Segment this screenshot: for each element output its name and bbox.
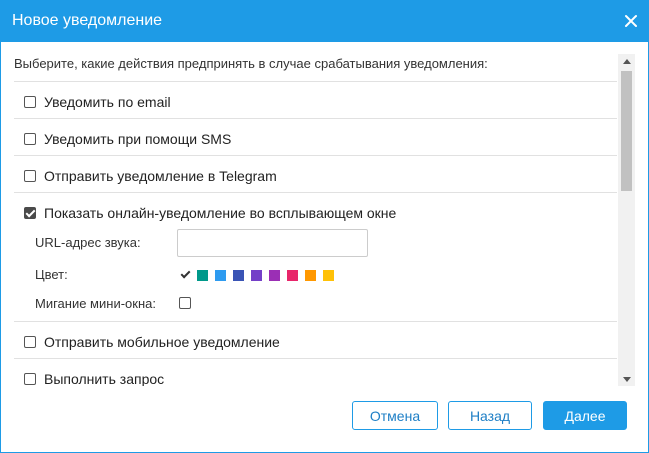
cancel-button[interactable]: Отмена <box>352 401 438 430</box>
color-label: Цвет: <box>35 267 68 282</box>
option-label: Уведомить по email <box>44 94 171 110</box>
scroll-up-arrow-icon[interactable] <box>618 54 635 69</box>
option-mobile[interactable]: Отправить мобильное уведомление <box>14 321 617 358</box>
back-button[interactable]: Назад <box>448 401 532 430</box>
sound-url-label: URL-адрес звука: <box>35 235 141 250</box>
intro-text: Выберите, какие действия предпринять в с… <box>14 56 488 71</box>
dialog-content: Выберите, какие действия предпринять в с… <box>1 42 648 386</box>
scrollbar-thumb[interactable] <box>621 71 632 191</box>
color-swatch[interactable] <box>323 269 334 281</box>
sound-url-input[interactable] <box>177 229 368 257</box>
vertical-scrollbar[interactable] <box>618 54 635 386</box>
option-label: Отправить мобильное уведомление <box>44 334 280 350</box>
option-request[interactable]: Выполнить запрос <box>14 358 617 386</box>
option-label: Отправить уведомление в Telegram <box>44 168 277 184</box>
sms-checkbox[interactable] <box>24 133 36 145</box>
color-swatch[interactable] <box>305 269 316 281</box>
color-swatch-selected[interactable] <box>179 268 193 282</box>
option-telegram[interactable]: Отправить уведомление в Telegram <box>14 155 617 192</box>
popup-checkbox[interactable] <box>24 207 36 219</box>
next-button[interactable]: Далее <box>543 401 627 430</box>
color-swatch[interactable] <box>251 269 262 281</box>
color-swatch[interactable] <box>287 269 298 281</box>
close-icon[interactable] <box>624 14 638 28</box>
new-notification-dialog: Новое уведомление Выберите, какие действ… <box>0 0 649 453</box>
option-popup: Показать онлайн-уведомление во всплывающ… <box>14 192 617 321</box>
dialog-title: Новое уведомление <box>12 12 163 29</box>
color-swatch[interactable] <box>269 269 280 281</box>
color-swatch[interactable] <box>197 269 208 281</box>
option-email[interactable]: Уведомить по email <box>14 81 617 118</box>
blink-checkbox[interactable] <box>179 297 191 309</box>
telegram-checkbox[interactable] <box>24 170 36 182</box>
color-picker <box>179 268 341 282</box>
mobile-checkbox[interactable] <box>24 336 36 348</box>
color-swatch[interactable] <box>233 269 244 281</box>
action-options-list: Уведомить по email Уведомить при помощи … <box>14 81 617 386</box>
option-label: Уведомить при помощи SMS <box>44 131 232 147</box>
email-checkbox[interactable] <box>24 96 36 108</box>
option-label: Показать онлайн-уведомление во всплывающ… <box>44 205 397 221</box>
dialog-titlebar: Новое уведомление <box>1 1 648 42</box>
blink-label: Мигание мини-окна: <box>35 296 156 311</box>
option-sms[interactable]: Уведомить при помощи SMS <box>14 118 617 155</box>
dialog-footer: Отмена Назад Далее <box>1 384 648 452</box>
color-swatch[interactable] <box>215 269 226 281</box>
